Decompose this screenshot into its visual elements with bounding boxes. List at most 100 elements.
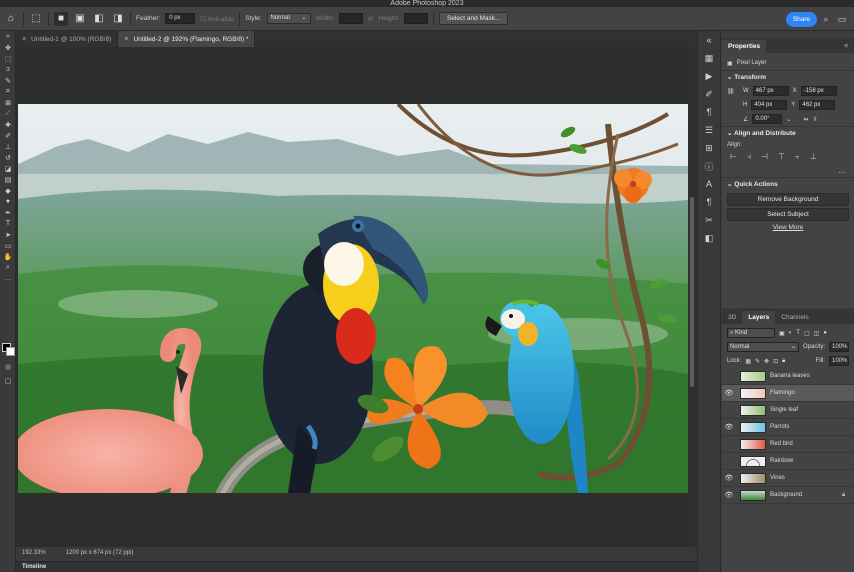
- layer-row[interactable]: 👁︎ Vines: [722, 470, 854, 487]
- lock-pixels-icon[interactable]: ✎: [755, 358, 760, 365]
- lock-all-icon[interactable]: 🔒︎: [782, 358, 785, 365]
- document-canvas[interactable]: [18, 104, 688, 493]
- layer-row[interactable]: 👁︎ Parrots: [722, 419, 854, 436]
- swap-icon[interactable]: ⇄: [368, 15, 373, 23]
- filter-shape-icon[interactable]: ▢: [804, 330, 810, 337]
- libraries-icon[interactable]: ⊞: [698, 139, 720, 157]
- select-and-mask-button[interactable]: Select and Mask...: [438, 12, 509, 25]
- kind-filter-select[interactable]: ⌕ Kind: [727, 328, 775, 338]
- flip-vertical-icon[interactable]: ⇳: [812, 116, 817, 123]
- x-field[interactable]: -158 px: [800, 86, 837, 96]
- marquee-tool-icon[interactable]: ⬚: [0, 53, 16, 64]
- filter-type-icon[interactable]: T: [796, 330, 800, 336]
- tab-3d[interactable]: 3D: [722, 311, 742, 324]
- add-selection-icon[interactable]: ▣: [73, 12, 87, 26]
- height-field[interactable]: 404 px: [751, 100, 788, 110]
- hand-tool-icon[interactable]: ✋: [0, 251, 16, 262]
- subtract-selection-icon[interactable]: ◧: [92, 12, 106, 26]
- lock-position-icon[interactable]: ✥: [764, 358, 769, 365]
- more-tools-icon[interactable]: …: [0, 273, 16, 284]
- marquee-preset-icon[interactable]: ⬚: [29, 12, 43, 26]
- tab-layers[interactable]: Layers: [742, 311, 776, 324]
- paragraph-icon[interactable]: ¶: [698, 103, 720, 121]
- visibility-eye-icon[interactable]: 👁︎: [722, 389, 736, 397]
- move-tool-icon[interactable]: ✥: [0, 42, 16, 53]
- collapse-panels-icon[interactable]: «: [698, 31, 720, 49]
- workspace-icon[interactable]: ▭: [836, 13, 848, 25]
- info-icon[interactable]: ⓘ: [698, 157, 720, 175]
- tools-preset-icon[interactable]: ✂: [698, 211, 720, 229]
- close-icon[interactable]: ×: [22, 36, 26, 43]
- clone-stamp-tool-icon[interactable]: ⊥: [0, 141, 16, 152]
- paragraph-style-icon[interactable]: ¶: [698, 193, 720, 211]
- chevron-down-icon[interactable]: ⌄: [786, 116, 791, 123]
- align-top-icon[interactable]: ⊤: [778, 152, 785, 162]
- background-color-swatch[interactable]: [6, 347, 15, 356]
- flip-horizontal-icon[interactable]: ⇹: [803, 116, 808, 123]
- angle-field[interactable]: 0.00°: [752, 114, 783, 124]
- width-input[interactable]: [338, 13, 363, 24]
- antialias-checkbox[interactable]: ☐ Anti-alias: [200, 15, 234, 23]
- height-input[interactable]: [403, 13, 428, 24]
- home-icon[interactable]: ⌂: [4, 12, 18, 26]
- adjustments-icon[interactable]: ☰: [698, 121, 720, 139]
- healing-brush-tool-icon[interactable]: ✚: [0, 119, 16, 130]
- frame-tool-icon[interactable]: ⊠: [0, 97, 16, 108]
- new-selection-icon[interactable]: ■: [54, 11, 68, 26]
- visibility-eye-icon[interactable]: 👁︎: [722, 491, 736, 499]
- filter-toggle-icon[interactable]: ●: [823, 330, 827, 336]
- eyedropper-tool-icon[interactable]: ⟋: [0, 108, 16, 119]
- tab-untitled-2[interactable]: × Untitled-2 @ 192% (Flamingo, RGB/8) *: [118, 31, 256, 47]
- zoom-tool-icon[interactable]: ⌕: [0, 262, 16, 273]
- remove-background-button[interactable]: Remove Background: [727, 193, 849, 206]
- layer-row[interactable]: Single leaf: [722, 402, 854, 419]
- filter-pixel-icon[interactable]: ▣: [779, 330, 785, 337]
- history-brush-tool-icon[interactable]: ↺: [0, 152, 16, 163]
- zoom-level[interactable]: 192.33%: [22, 550, 46, 556]
- link-icon[interactable]: ⛓: [727, 88, 739, 95]
- align-middle-v-icon[interactable]: ⫟: [795, 152, 800, 162]
- width-field[interactable]: 467 px: [752, 86, 789, 96]
- layer-row[interactable]: Rainbow: [722, 453, 854, 470]
- pen-tool-icon[interactable]: ✒: [0, 207, 16, 218]
- visibility-eye-icon[interactable]: 👁︎: [722, 423, 736, 431]
- brush-tool-icon[interactable]: ✐: [0, 130, 16, 141]
- quick-mask-icon[interactable]: ◎: [0, 361, 16, 372]
- tab-channels[interactable]: Channels: [775, 311, 814, 324]
- scroll-thumb[interactable]: [690, 197, 694, 387]
- path-select-tool-icon[interactable]: ➤: [0, 229, 16, 240]
- timeline-panel[interactable]: Timeline: [16, 561, 697, 572]
- actions-icon[interactable]: ▶: [698, 67, 720, 85]
- panel-menu-icon[interactable]: ≡: [838, 40, 854, 53]
- lasso-tool-icon[interactable]: ↄ: [0, 64, 16, 75]
- align-left-icon[interactable]: ⊢: [730, 152, 737, 162]
- type-tool-icon[interactable]: T: [0, 218, 16, 229]
- filter-adjust-icon[interactable]: ◐: [789, 330, 793, 336]
- layer-row[interactable]: 👁︎ Flamingo: [722, 385, 854, 402]
- tab-properties[interactable]: Properties: [722, 40, 767, 53]
- align-section-header[interactable]: ⌄ Align and Distribute: [722, 126, 854, 140]
- tab-untitled-1[interactable]: × Untitled-1 @ 100% (RGB/8): [16, 31, 119, 47]
- shape-tool-icon[interactable]: ▭: [0, 240, 16, 251]
- view-more-link[interactable]: View More: [722, 224, 854, 231]
- visibility-eye-icon[interactable]: 👁︎: [722, 474, 736, 482]
- quick-actions-section-header[interactable]: ⌄ Quick Actions: [722, 177, 854, 191]
- share-button[interactable]: Share: [786, 12, 817, 27]
- vertical-scrollbar[interactable]: [687, 47, 697, 547]
- align-center-h-icon[interactable]: ⫞: [747, 152, 751, 162]
- transform-section-header[interactable]: ⌄ Transform: [722, 70, 854, 84]
- align-right-icon[interactable]: ⊣: [761, 152, 768, 162]
- feather-input[interactable]: 0 px: [165, 13, 196, 24]
- blend-mode-select[interactable]: Normal ⌄: [727, 342, 799, 352]
- quick-select-tool-icon[interactable]: ✎: [0, 75, 16, 86]
- style-select[interactable]: Normal ⌄: [266, 13, 311, 24]
- more-options-icon[interactable]: …: [838, 166, 846, 175]
- y-field[interactable]: 462 px: [799, 100, 836, 110]
- layer-row[interactable]: 👁︎ Background 🔒︎: [722, 487, 854, 504]
- brush-settings-icon[interactable]: ✐: [698, 85, 720, 103]
- character-icon[interactable]: A: [698, 175, 720, 193]
- dodge-tool-icon[interactable]: ●: [0, 196, 16, 207]
- fill-field[interactable]: 100%: [829, 356, 849, 366]
- align-bottom-icon[interactable]: ⊥: [810, 152, 817, 162]
- layer-row[interactable]: Red bird: [722, 436, 854, 453]
